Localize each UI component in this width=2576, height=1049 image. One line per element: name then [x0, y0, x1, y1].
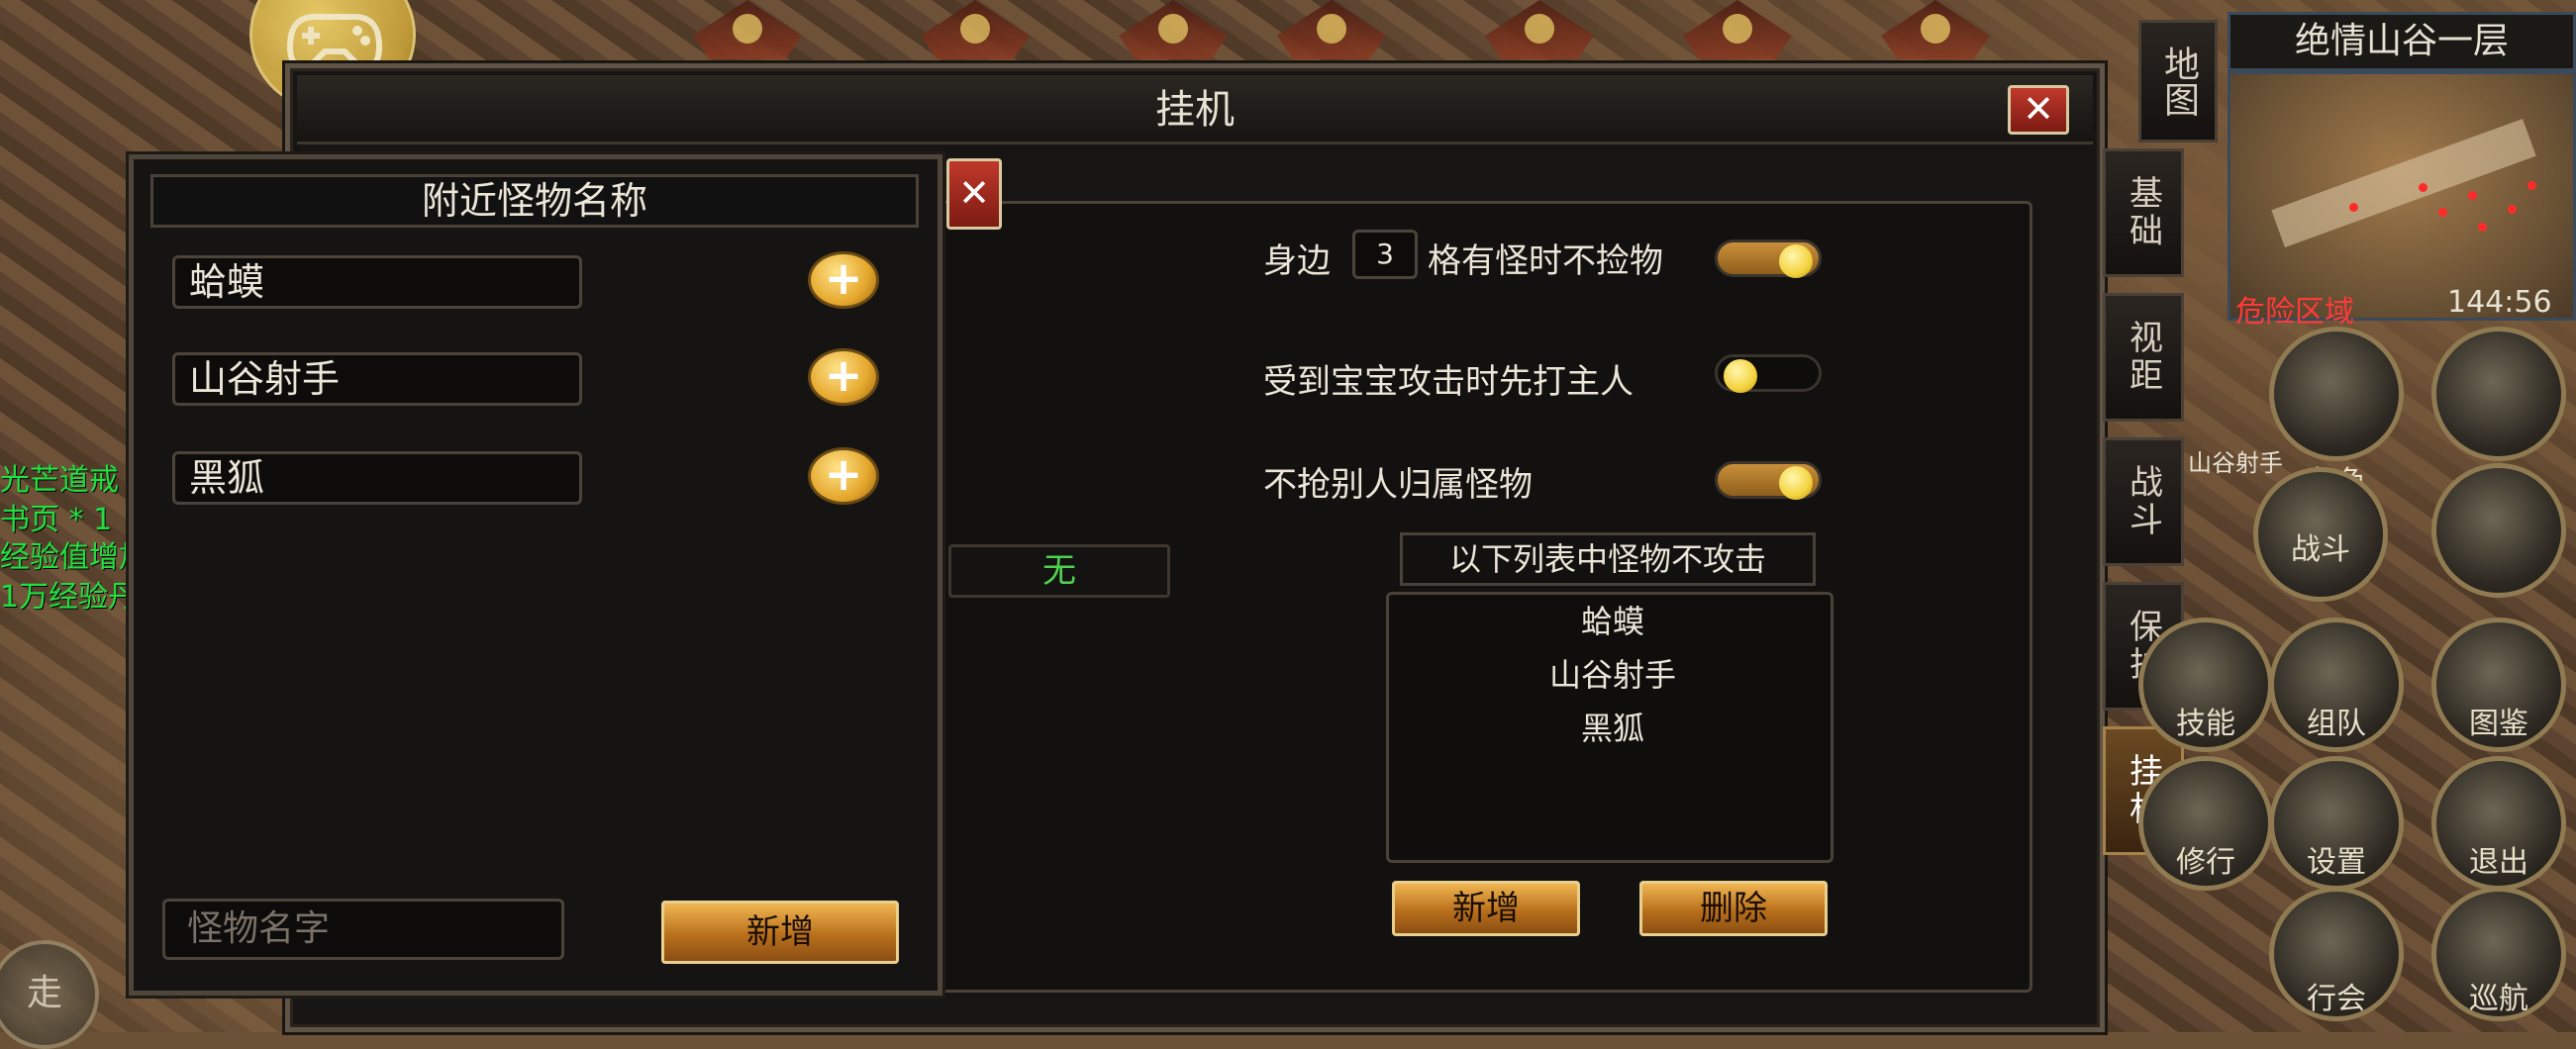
dialog-title: 挂机 — [297, 75, 2093, 144]
walk-button[interactable]: 走 — [0, 940, 99, 1049]
monster-name-field: 山谷射手 — [172, 352, 582, 406]
character-button[interactable] — [2269, 327, 2404, 461]
list-item[interactable]: 蛤蟆 — [1389, 595, 1836, 648]
settings-label: 设置 — [2307, 845, 2366, 880]
toggle-knob — [1779, 466, 1813, 500]
zone-status: 危险区域 — [2235, 295, 2354, 330]
target-value-field[interactable]: 无 — [948, 544, 1170, 598]
no-steal-toggle[interactable] — [1715, 461, 1822, 500]
no-steal-label: 不抢别人归属怪物 — [1263, 465, 1533, 505]
guild-label: 行会 — [2307, 982, 2366, 1016]
list-item[interactable]: 山谷射手 — [1389, 648, 1836, 702]
exit-label: 退出 — [2469, 845, 2528, 880]
attack-owner-label: 受到宝宝攻击时先打主人 — [1263, 362, 1634, 402]
exclude-list: 蛤蟆 山谷射手 黑狐 — [1386, 592, 1833, 863]
skill-label: 技能 — [2176, 707, 2235, 741]
add-monster-button[interactable]: + — [808, 447, 879, 505]
cruise-label: 巡航 — [2469, 982, 2528, 1016]
dialog-close-button[interactable]: ✕ — [2008, 85, 2069, 135]
no-pickup-suffix: 格有怪时不捡物 — [1428, 241, 1663, 281]
exclude-list-header: 以下列表中怪物不攻击 — [1400, 532, 1816, 586]
toggle-knob — [1779, 244, 1813, 278]
nearby-close-button[interactable]: ✕ — [946, 158, 1002, 230]
cultivate-label: 修行 — [2176, 845, 2235, 880]
map-time: 144:56 — [2447, 285, 2552, 320]
toggle-knob — [1724, 359, 1757, 393]
exclude-add-button[interactable]: 新增 — [1392, 881, 1580, 936]
monster-name-input[interactable]: 怪物名字 — [162, 899, 564, 960]
nearby-header: 附近怪物名称 — [150, 174, 919, 228]
no-pickup-toggle[interactable] — [1715, 239, 1822, 278]
tab-basic[interactable]: 基础 — [2103, 148, 2184, 277]
tab-combat[interactable]: 战斗 — [2103, 437, 2184, 566]
add-monster-button[interactable]: + — [808, 348, 879, 406]
map-tab[interactable]: 地图 — [2138, 20, 2218, 143]
monster-name-field: 黑狐 — [172, 451, 582, 505]
minimap[interactable] — [2228, 71, 2576, 321]
no-pickup-range-input[interactable]: 3 — [1352, 230, 1418, 279]
attack-mode-icon[interactable] — [2431, 463, 2566, 598]
team-label: 组队 — [2307, 707, 2366, 741]
bag-button[interactable] — [2431, 327, 2566, 461]
tab-view[interactable]: 视距 — [2103, 293, 2184, 422]
nearby-add-button[interactable]: 新增 — [661, 901, 899, 964]
exclude-delete-button[interactable]: 删除 — [1639, 881, 1828, 936]
add-monster-button[interactable]: + — [808, 251, 879, 309]
combat-label: 战斗 — [2291, 532, 2350, 567]
codex-label: 图鉴 — [2469, 707, 2528, 741]
attack-owner-toggle[interactable] — [1715, 354, 1822, 393]
monster-name-field: 蛤蟆 — [172, 255, 582, 309]
no-pickup-prefix: 身边 — [1263, 241, 1331, 281]
map-title: 绝情山谷一层 — [2228, 12, 2576, 71]
list-item[interactable]: 黑狐 — [1389, 702, 1836, 755]
